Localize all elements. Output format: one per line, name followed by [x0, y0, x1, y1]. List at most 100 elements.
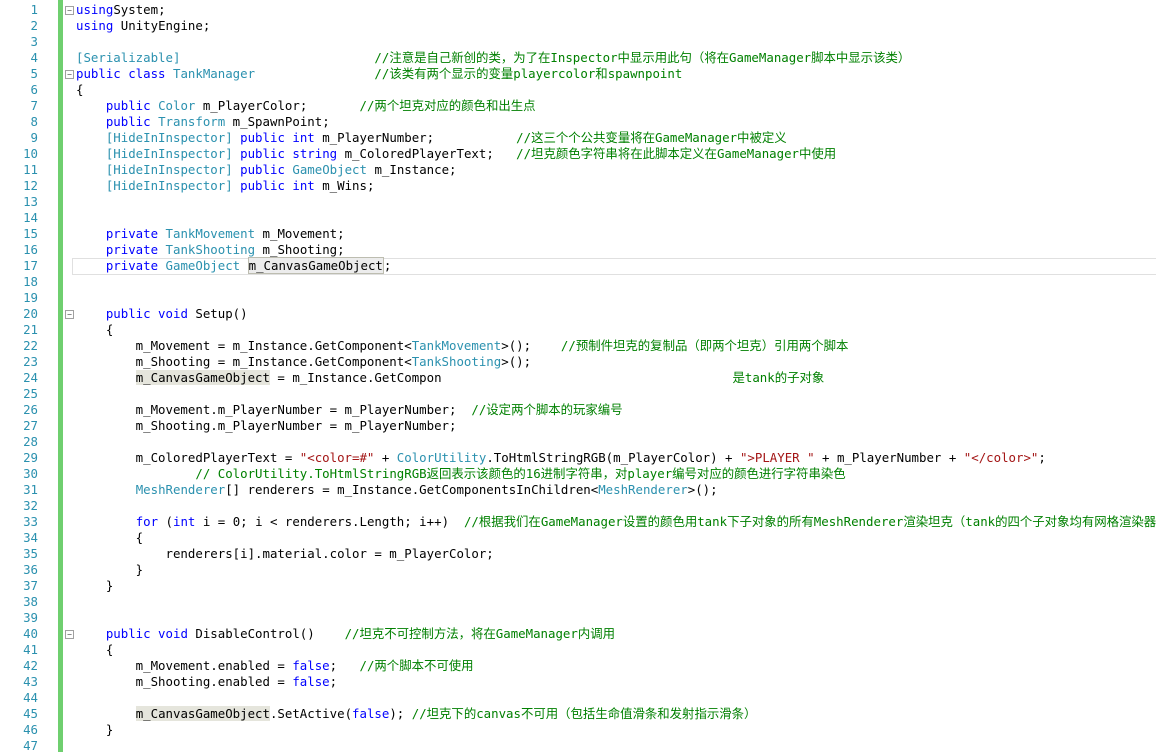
- code-line[interactable]: m_CanvasGameObject = m_Instance.GetCompo…: [76, 370, 824, 386]
- code-token: for: [135, 514, 159, 529]
- code-line[interactable]: // ColorUtility.ToHtmlStringRGB返回表示该颜色的1…: [76, 466, 845, 482]
- code-line[interactable]: m_Movement.enabled = false; //两个脚本不可使用: [76, 658, 474, 674]
- code-token: //坦克下的canvas不可用（包括生命值滑条和发射指示滑条）: [411, 706, 757, 721]
- code-line[interactable]: [HideInInspector] public int m_Wins;: [76, 178, 375, 194]
- code-token: using: [76, 2, 114, 17]
- code-line[interactable]: m_Shooting = m_Instance.GetComponent<Tan…: [76, 354, 531, 370]
- code-line[interactable]: using UnityEngine;: [76, 18, 210, 34]
- line-number: 31: [23, 482, 38, 497]
- line-number: 14: [23, 210, 38, 225]
- code-line[interactable]: }: [76, 578, 113, 594]
- code-token: ">PLAYER ": [739, 450, 815, 465]
- code-token: [HideInInspector]: [105, 162, 233, 177]
- line-number: 39: [23, 610, 38, 625]
- code-token: GameObject: [292, 162, 367, 177]
- code-token: public: [105, 114, 151, 129]
- code-line[interactable]: private TankShooting m_Shooting;: [76, 242, 345, 258]
- line-number-gutter: 1 2 3 4 5 6 7 8 9 10 11 12 13 14 15 16 17 18 19 20 21 22 23 24 2…: [0, 0, 44, 753]
- line-number: 18: [23, 274, 38, 289]
- code-line[interactable]: for (int i = 0; i < renderers.Length; i+…: [76, 514, 1156, 530]
- code-token: false: [352, 706, 390, 721]
- code-line[interactable]: MeshRenderer[] renderers = m_Instance.Ge…: [76, 482, 718, 498]
- code-line[interactable]: m_Movement = m_Instance.GetComponent<Tan…: [76, 338, 849, 354]
- code-token: m_Movement;: [255, 226, 345, 241]
- code-token: //注意是自己新创的类，为了在Inspector中显示用此句（将在GameMan…: [374, 50, 911, 65]
- line-number: 16: [23, 242, 38, 257]
- code-token: //该类有两个显示的变量playercolor和spawnpoint: [374, 66, 683, 81]
- code-line[interactable]: m_ColoredPlayerText = "<color=#" + Color…: [76, 450, 1046, 466]
- line-number: 38: [23, 594, 38, 609]
- line-number: 7: [30, 98, 38, 113]
- code-token: using: [76, 18, 114, 33]
- line-number: 44: [23, 690, 38, 705]
- code-token: m_PlayerNumber;: [314, 130, 517, 145]
- code-token: m_CanvasGameObject: [247, 257, 384, 274]
- code-line[interactable]: public Color m_PlayerColor; //两个坦克对应的颜色和…: [76, 98, 536, 114]
- code-token: m_Shooting.enabled =: [76, 674, 293, 689]
- code-token: public class: [76, 66, 166, 81]
- code-line[interactable]: public void DisableControl() //坦克不可控制方法，…: [76, 626, 615, 642]
- code-token: false: [292, 658, 330, 673]
- code-line[interactable]: renderers[i].material.color = m_PlayerCo…: [76, 546, 494, 562]
- code-token: TankShooting: [165, 242, 256, 257]
- collapse-icon[interactable]: −: [65, 6, 74, 15]
- code-line[interactable]: {: [76, 322, 113, 338]
- code-token: {: [76, 530, 144, 545]
- code-token: .ToHtmlStringRGB(m_PlayerColor) +: [486, 450, 740, 465]
- code-token: ;: [329, 658, 360, 673]
- line-number: 34: [23, 530, 38, 545]
- code-line[interactable]: [HideInInspector] public int m_PlayerNum…: [76, 130, 787, 146]
- code-line[interactable]: public Transform m_SpawnPoint;: [76, 114, 330, 130]
- code-line[interactable]: [Serializable] //注意是自己新创的类，为了在Inspector中…: [76, 50, 910, 66]
- code-editor[interactable]: 1 2 3 4 5 6 7 8 9 10 11 12 13 14 15 16 17 18 19 20 21 22 23 24 2…: [0, 0, 1156, 753]
- code-line[interactable]: [HideInInspector] public string m_Colore…: [76, 146, 836, 162]
- code-token: ;: [383, 258, 392, 273]
- code-token: = m_Instance.GetCompon: [269, 370, 442, 385]
- code-token: [] renderers = m_Instance.GetComponentsI…: [225, 482, 599, 497]
- code-token: m_Instance;: [366, 162, 457, 177]
- line-number: 12: [23, 178, 38, 193]
- code-token: {: [76, 642, 114, 657]
- code-line[interactable]: m_Shooting.enabled = false;: [76, 674, 337, 690]
- code-token: Color: [158, 98, 196, 113]
- line-number: 3: [30, 34, 38, 49]
- line-number: 23: [23, 354, 38, 369]
- collapse-icon[interactable]: −: [65, 70, 74, 79]
- code-token: m_ColoredPlayerText =: [76, 450, 300, 465]
- line-number: 15: [23, 226, 38, 241]
- code-token: //坦克颜色字符串将在此脚本定义在GameManager中使用: [516, 146, 837, 161]
- line-number: 36: [23, 562, 38, 577]
- code-line[interactable]: private TankMovement m_Movement;: [76, 226, 345, 242]
- code-line[interactable]: [HideInInspector] public GameObject m_In…: [76, 162, 457, 178]
- code-line[interactable]: public void Setup(): [76, 306, 248, 322]
- code-token: }: [76, 562, 144, 577]
- line-number: 17: [23, 258, 38, 273]
- code-line[interactable]: }: [76, 722, 113, 738]
- code-line[interactable]: {: [76, 82, 83, 98]
- code-line[interactable]: private GameObject m_CanvasGameObject;: [76, 257, 392, 274]
- collapse-icon[interactable]: −: [65, 310, 74, 319]
- line-number: 2: [30, 18, 38, 33]
- code-token: TankShooting: [411, 354, 502, 369]
- line-number: 29: [23, 450, 38, 465]
- code-line[interactable]: }: [76, 562, 143, 578]
- code-line[interactable]: usingSystem;: [76, 2, 166, 18]
- code-token: m_PlayerColor;: [195, 98, 360, 113]
- code-line[interactable]: m_Movement.m_PlayerNumber = m_PlayerNumb…: [76, 402, 623, 418]
- code-line[interactable]: {: [76, 642, 113, 658]
- code-token: "<color=#": [299, 450, 375, 465]
- code-line[interactable]: m_CanvasGameObject.SetActive(false); //坦…: [76, 706, 756, 722]
- code-line[interactable]: m_Shooting.m_PlayerNumber = m_PlayerNumb…: [76, 418, 457, 434]
- code-token: public int: [240, 130, 315, 145]
- code-token: TankMovement: [411, 338, 502, 353]
- code-line[interactable]: public class TankManager //该类有两个显示的变量pla…: [76, 66, 682, 82]
- collapse-icon[interactable]: −: [65, 630, 74, 639]
- code-token: public: [240, 162, 285, 177]
- code-token: false: [292, 674, 330, 689]
- code-line[interactable]: {: [76, 530, 143, 546]
